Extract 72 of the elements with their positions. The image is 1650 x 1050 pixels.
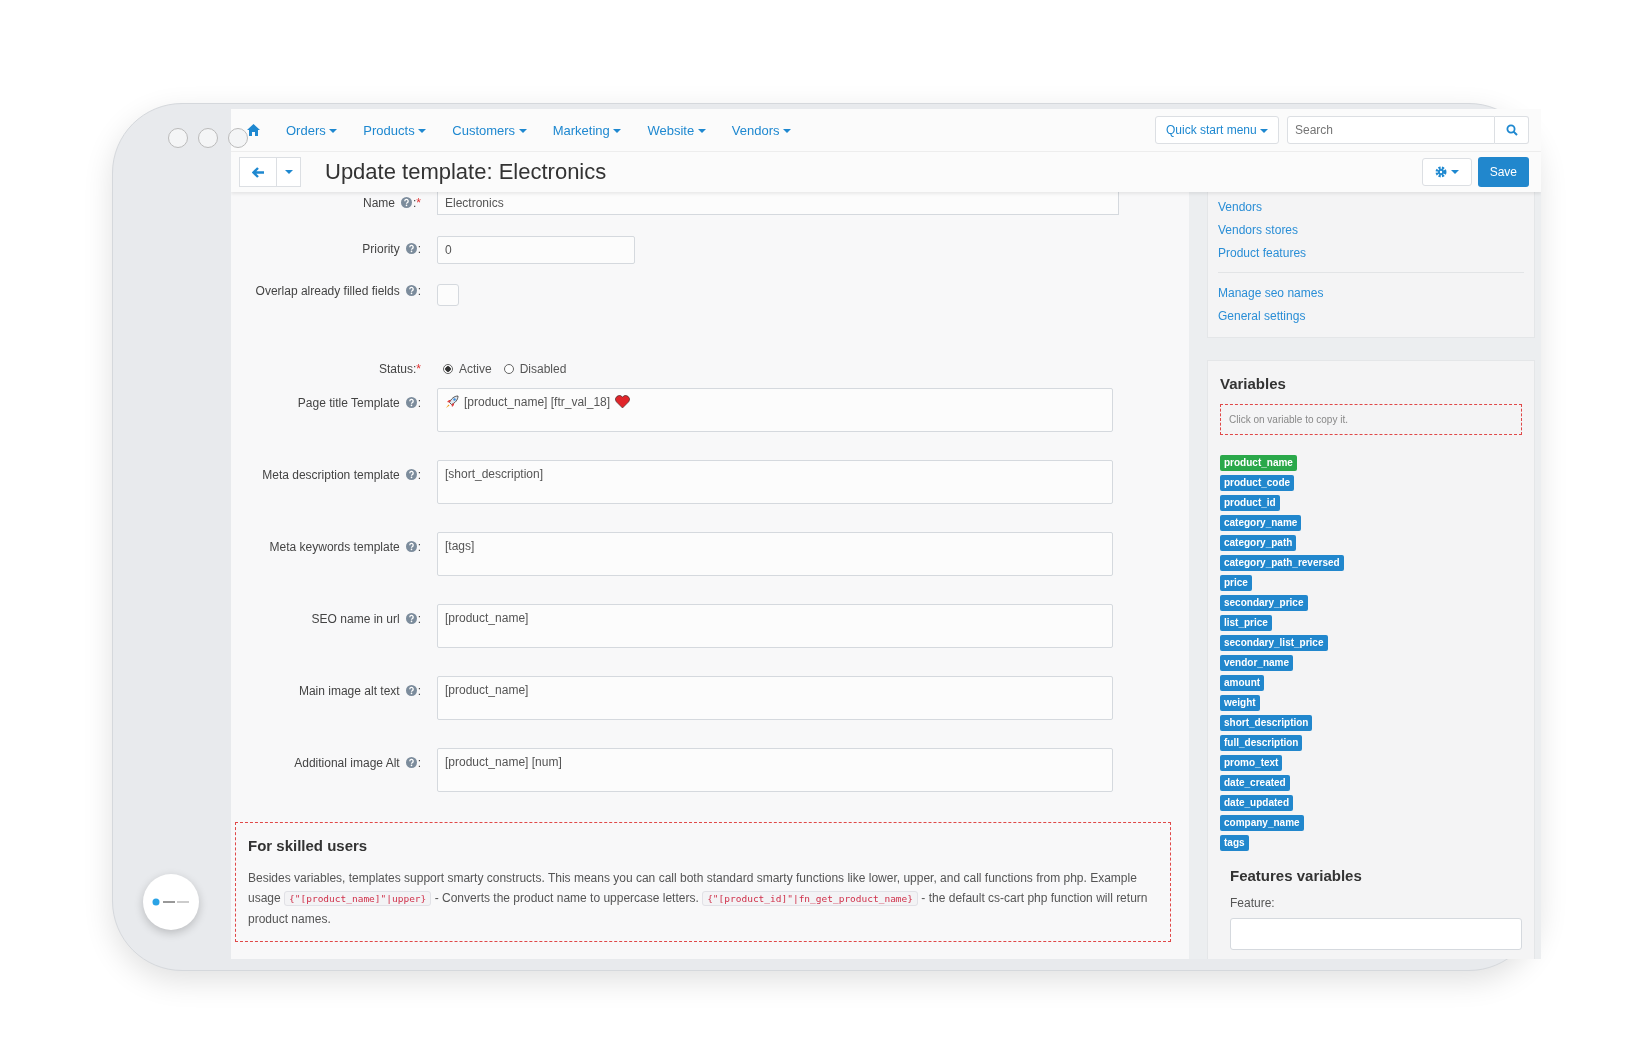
sidebar-link[interactable]: Vendors stores (1218, 222, 1524, 239)
colon: : (417, 468, 421, 482)
required-mark: * (416, 362, 421, 376)
variable-tag[interactable]: category_name (1220, 515, 1302, 531)
quick-start-button[interactable]: Quick start menu (1154, 116, 1279, 144)
sidebar-link[interactable]: Vendors (1218, 199, 1524, 216)
variable-tag[interactable]: tags (1220, 835, 1249, 851)
variable-tag[interactable]: category_path_reversed (1220, 555, 1344, 571)
colon: : (417, 284, 421, 298)
sidebar-link[interactable]: General settings (1218, 308, 1524, 325)
variable-tag[interactable]: product_id (1220, 495, 1280, 511)
field-label: Priority (362, 242, 400, 256)
template-textarea[interactable]: [product_name] (437, 604, 1113, 648)
panel-title: Features variables (1230, 867, 1363, 884)
variable-tag[interactable]: date_created (1220, 775, 1290, 791)
nav-menu-item[interactable]: Orders (286, 122, 338, 138)
sidebar-link[interactable]: Product features (1218, 245, 1524, 262)
section-title: For skilled users (248, 837, 369, 854)
field-label: Additional image Alt (294, 756, 400, 770)
colon: : (417, 396, 421, 410)
search-field[interactable]: Search (1287, 116, 1495, 144)
hint-text: Click on variable to copy it. (1220, 404, 1522, 435)
variable-tag[interactable]: full_description (1220, 735, 1303, 751)
nav-menu-item[interactable]: Customers (452, 122, 527, 138)
colon: : (417, 242, 421, 256)
name-field[interactable]: Electronics (437, 192, 1119, 215)
save-button[interactable]: Save (1477, 157, 1529, 187)
variable-tag[interactable]: date_updated (1220, 795, 1293, 811)
template-textarea[interactable]: [tags] (437, 532, 1113, 576)
variable-tag[interactable]: company_name (1220, 815, 1304, 831)
page-title: Update template: Electronics (325, 159, 607, 185)
colon: : (417, 684, 421, 698)
field-label: Status: (378, 362, 417, 376)
field-label: Overlap already filled fields (255, 284, 400, 298)
field-label: Name (362, 196, 395, 210)
colon: : (417, 540, 421, 554)
field-label: Meta keywords template (269, 540, 400, 554)
template-textarea[interactable]: [short_description] (437, 460, 1113, 504)
variable-tag[interactable]: secondary_list_price (1220, 635, 1328, 651)
nav-menu-item[interactable]: Products (363, 122, 427, 138)
priority-field[interactable]: 0 (437, 236, 635, 264)
variable-tag[interactable]: amount (1220, 675, 1265, 691)
nav-menu-item[interactable]: Website (647, 122, 706, 138)
variable-tag[interactable]: product_code (1220, 475, 1295, 491)
sidebar-link[interactable]: Manage seo names (1218, 285, 1524, 302)
nav-menu-item[interactable]: Marketing (552, 122, 622, 138)
required-mark: * (416, 196, 421, 210)
field-label: Main image alt text (298, 684, 400, 698)
field-label: Feature: (1230, 896, 1276, 910)
variable-tag[interactable]: short_description (1220, 715, 1313, 731)
radio-label[interactable]: Active (459, 362, 492, 376)
colon: : (417, 756, 421, 770)
template-textarea[interactable]: [product_name] [num] (437, 748, 1113, 792)
info-paragraph: Besides variables, templates support smarty constructs. This means you can call both standard smarty functions like lower, upper, and call functions from php. Example usage {"[product_name]"|upper} - Converts the product name to uppercase letters. {"[product_id]"|fn_get_product_name} - the default cs-cart php function will return product names. (248, 870, 1149, 928)
nav-menu-item[interactable]: Vendors (731, 122, 792, 138)
variable-tag[interactable]: weight (1220, 695, 1260, 711)
variable-tag[interactable]: product_name (1220, 455, 1297, 471)
variable-tag[interactable]: vendor_name (1220, 655, 1294, 671)
variable-tag[interactable]: list_price (1220, 615, 1272, 631)
variable-tag[interactable]: category_path (1220, 535, 1297, 551)
colon: : (413, 196, 417, 210)
template-textarea[interactable]: [product_name] [ftr_val_18] (437, 388, 1113, 432)
colon: : (417, 612, 421, 626)
variable-tag[interactable]: secondary_price (1220, 595, 1308, 611)
panel-title: Variables (1220, 375, 1287, 392)
field-label: SEO name in url (311, 612, 400, 626)
variable-tag[interactable]: price (1220, 575, 1252, 591)
radio-label[interactable]: Disabled (519, 362, 567, 376)
template-textarea[interactable]: [product_name] (437, 676, 1113, 720)
variable-tag[interactable]: promo_text (1220, 755, 1283, 771)
field-label: Page title Template (297, 396, 400, 410)
field-label: Meta description template (262, 468, 400, 482)
